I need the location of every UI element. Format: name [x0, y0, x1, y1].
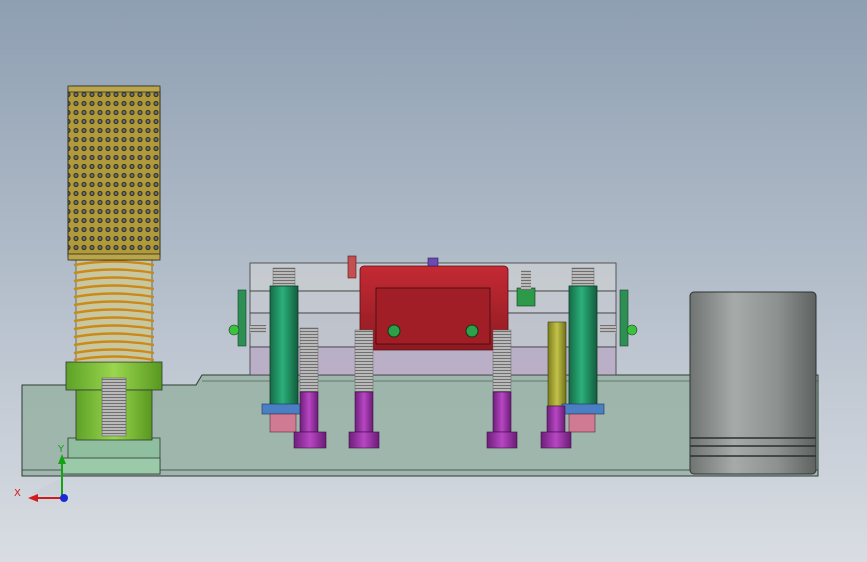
bushing-bottom-rim	[67, 253, 161, 261]
die-screw-right	[465, 324, 479, 338]
blue-washer-left	[261, 403, 305, 415]
top-pin-red	[347, 255, 357, 279]
x-axis-label: X	[14, 488, 21, 499]
small-screw	[521, 270, 531, 290]
cad-viewport[interactable]: X Y	[0, 0, 867, 562]
olive-pin[interactable]	[547, 321, 567, 407]
pink-spacer-left	[269, 413, 297, 433]
y-axis-label: Y	[57, 444, 65, 455]
left-bracket	[237, 289, 247, 347]
grey-cylinder[interactable]	[689, 291, 817, 475]
blue-washer-right	[561, 403, 605, 415]
ball-cage-guide-bushing[interactable]	[67, 85, 161, 261]
green-guide-pin-right[interactable]	[568, 267, 598, 407]
z-axis-dot	[60, 494, 68, 502]
top-pin-purple	[427, 257, 439, 267]
guide-post-base-flange	[61, 457, 161, 475]
left-guide-assembly[interactable]	[61, 85, 163, 475]
right-bracket	[619, 289, 629, 347]
pink-spacer-right	[568, 413, 596, 433]
right-side-screw	[600, 325, 616, 333]
cad-scene[interactable]: X Y	[0, 0, 867, 562]
left-knob[interactable]	[228, 324, 240, 336]
left-side-screw	[250, 325, 266, 333]
right-knob[interactable]	[626, 324, 638, 336]
die-screw-left	[387, 324, 401, 338]
green-guide-pin-left[interactable]	[269, 267, 299, 407]
small-green-fitting	[516, 287, 536, 307]
bushing-top-rim	[67, 85, 161, 93]
guide-post-thread	[101, 377, 127, 437]
